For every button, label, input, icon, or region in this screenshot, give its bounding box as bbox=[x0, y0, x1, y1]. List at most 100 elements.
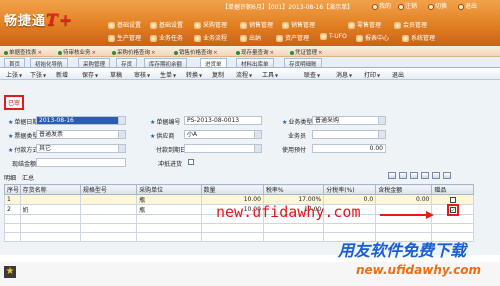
staff-label: 业务员 bbox=[288, 133, 307, 140]
row-unit[interactable]: 瓶 bbox=[136, 204, 202, 215]
tab-purchase[interactable]: 采购管理 bbox=[78, 58, 111, 68]
menu-member[interactable]: 会员管理 bbox=[394, 20, 427, 29]
module-tab-voucher[interactable]: 凭证管理× bbox=[290, 48, 323, 56]
row-amount[interactable]: 0.00 bbox=[375, 194, 433, 205]
close-icon[interactable]: × bbox=[318, 50, 323, 56]
row-name[interactable]: 奶 bbox=[19, 204, 81, 215]
biz-type-select[interactable]: 普通采购 bbox=[312, 116, 386, 125]
menu-tufo[interactable]: T-UFO bbox=[320, 33, 347, 40]
module-tab-pending-audit[interactable]: 待审核业务× bbox=[58, 48, 96, 56]
menu-sales[interactable]: 销售管理 bbox=[240, 20, 273, 29]
invoice-type-select[interactable]: 普通发票 bbox=[36, 130, 126, 139]
copy-button[interactable]: 复制 bbox=[212, 70, 224, 79]
gift-checkbox[interactable] bbox=[446, 203, 459, 216]
grid-settings-icon[interactable] bbox=[443, 172, 451, 179]
module-tab-doc-search[interactable]: 单据查找表× bbox=[4, 48, 42, 56]
menu-system[interactable]: 系统管理 bbox=[402, 33, 435, 42]
add-row-icon[interactable] bbox=[388, 172, 396, 179]
star-icon[interactable]: ★ bbox=[4, 266, 16, 278]
delete-row-icon[interactable] bbox=[410, 172, 418, 179]
menu-basic-settings[interactable]: 基础设置 bbox=[108, 20, 141, 29]
generate-button[interactable]: 生单▼ bbox=[160, 70, 176, 79]
my-button[interactable]: 我的 bbox=[372, 1, 391, 10]
power-icon bbox=[458, 3, 464, 10]
tab-summary[interactable]: 汇总 bbox=[22, 175, 34, 182]
convert-button[interactable]: 转换▼ bbox=[186, 70, 202, 79]
dropdown-icon[interactable] bbox=[118, 131, 125, 138]
pay-method-select[interactable]: 其它 bbox=[36, 144, 126, 153]
module-tab-purchase-price[interactable]: 采购价格查询× bbox=[112, 48, 156, 56]
tab-detail[interactable]: 明细 bbox=[4, 175, 16, 182]
flow-button[interactable]: 流程▼ bbox=[236, 70, 252, 79]
menu-production[interactable]: 生产管理 bbox=[108, 33, 141, 42]
tools-button[interactable]: 工具▼ bbox=[262, 70, 278, 79]
audit-button[interactable]: 审核▼ bbox=[134, 70, 150, 79]
calendar-icon[interactable] bbox=[254, 145, 261, 152]
menu-tasks[interactable]: 业务任务 bbox=[150, 33, 183, 42]
menu-purchase[interactable]: 采购管理 bbox=[194, 20, 227, 29]
prev-button[interactable]: 上张▼ bbox=[6, 70, 22, 79]
menu-cashier[interactable]: 出纳 bbox=[240, 33, 261, 42]
copy-row-icon[interactable] bbox=[421, 172, 429, 179]
tab-inventory-ledger[interactable]: 存货明细账 bbox=[284, 58, 322, 68]
insert-row-icon[interactable] bbox=[399, 172, 407, 179]
close-icon[interactable]: × bbox=[151, 50, 156, 56]
row-gift[interactable] bbox=[431, 203, 474, 216]
tab-init-nav[interactable]: 初始化导航 bbox=[30, 58, 68, 68]
menu-reports[interactable]: 报表中心 bbox=[356, 33, 389, 42]
module-tab-sales-price[interactable]: 销售价格查询× bbox=[174, 48, 218, 56]
row-name[interactable] bbox=[19, 194, 81, 205]
batch-icon[interactable] bbox=[432, 172, 440, 179]
row-spec[interactable] bbox=[79, 204, 138, 215]
menu-assets[interactable]: 资产管理 bbox=[276, 33, 309, 42]
gift-checkbox[interactable] bbox=[449, 196, 456, 203]
tab-material-out[interactable]: 材料出库单 bbox=[236, 58, 274, 68]
cash-amount-field[interactable] bbox=[36, 158, 126, 167]
tab-dot-icon bbox=[236, 50, 240, 55]
close-icon[interactable]: × bbox=[213, 50, 218, 56]
tab-home[interactable]: 首页 bbox=[4, 58, 26, 68]
save-button[interactable]: 保存▼ bbox=[82, 70, 98, 79]
close-icon[interactable]: × bbox=[92, 50, 97, 56]
menu-workflow[interactable]: 业务流程 bbox=[194, 33, 227, 42]
draft-button[interactable]: 草稿 bbox=[110, 70, 122, 79]
use-prepay-field[interactable]: 0.00 bbox=[312, 144, 386, 153]
menu-retail[interactable]: 零售管理 bbox=[348, 20, 381, 29]
logout-button[interactable]: 注销 bbox=[398, 1, 417, 10]
exit-button[interactable]: 退出 bbox=[458, 1, 477, 10]
query-button[interactable]: 联查▼ bbox=[304, 70, 320, 79]
dropdown-icon[interactable] bbox=[118, 145, 125, 152]
row-unit[interactable]: 瓶 bbox=[136, 194, 202, 205]
dropdown-icon[interactable] bbox=[378, 117, 385, 124]
switch-button[interactable]: 切换 bbox=[428, 1, 447, 10]
close-icon[interactable]: × bbox=[270, 50, 275, 56]
table-row[interactable] bbox=[4, 223, 474, 233]
new-button[interactable]: 新增 bbox=[56, 70, 68, 79]
print-button[interactable]: 打印▼ bbox=[364, 70, 380, 79]
pay-due-field[interactable] bbox=[184, 144, 262, 153]
tab-dot-icon bbox=[112, 50, 116, 55]
lookup-icon[interactable] bbox=[254, 131, 261, 138]
message-button[interactable]: 消息▼ bbox=[336, 70, 352, 79]
supplier-field[interactable]: 小A bbox=[184, 130, 262, 139]
lookup-icon[interactable] bbox=[378, 131, 385, 138]
staff-field[interactable] bbox=[312, 130, 386, 139]
doc-date-field[interactable]: 2013-08-16 bbox=[36, 116, 126, 125]
row-gift[interactable] bbox=[431, 194, 474, 205]
user-icon bbox=[372, 3, 378, 10]
rebate-checkbox[interactable] bbox=[188, 159, 194, 165]
cash-amount-label: 现结金额 bbox=[12, 161, 37, 168]
tab-purchase-receipt[interactable]: 进货单 bbox=[200, 58, 227, 68]
row-spec[interactable] bbox=[79, 194, 138, 205]
exit-doc-button[interactable]: 退出 bbox=[392, 70, 404, 79]
next-button[interactable]: 下张▼ bbox=[30, 70, 46, 79]
close-icon[interactable]: × bbox=[38, 50, 43, 56]
calendar-icon[interactable] bbox=[118, 117, 125, 124]
menu-basic-settings-2[interactable]: 基础设置 bbox=[150, 20, 183, 29]
doc-no-field[interactable]: PS-2013-08-0013 bbox=[184, 116, 262, 125]
menu-sales-2[interactable]: 销售管理 bbox=[282, 20, 315, 29]
module-tab-stock-query[interactable]: 现存量查询× bbox=[236, 48, 274, 56]
invoice-type-label: ★票据类型 bbox=[8, 133, 39, 140]
tab-opening-balance[interactable]: 库存期初余额 bbox=[144, 58, 188, 68]
tab-inventory[interactable]: 存货 bbox=[116, 58, 138, 68]
